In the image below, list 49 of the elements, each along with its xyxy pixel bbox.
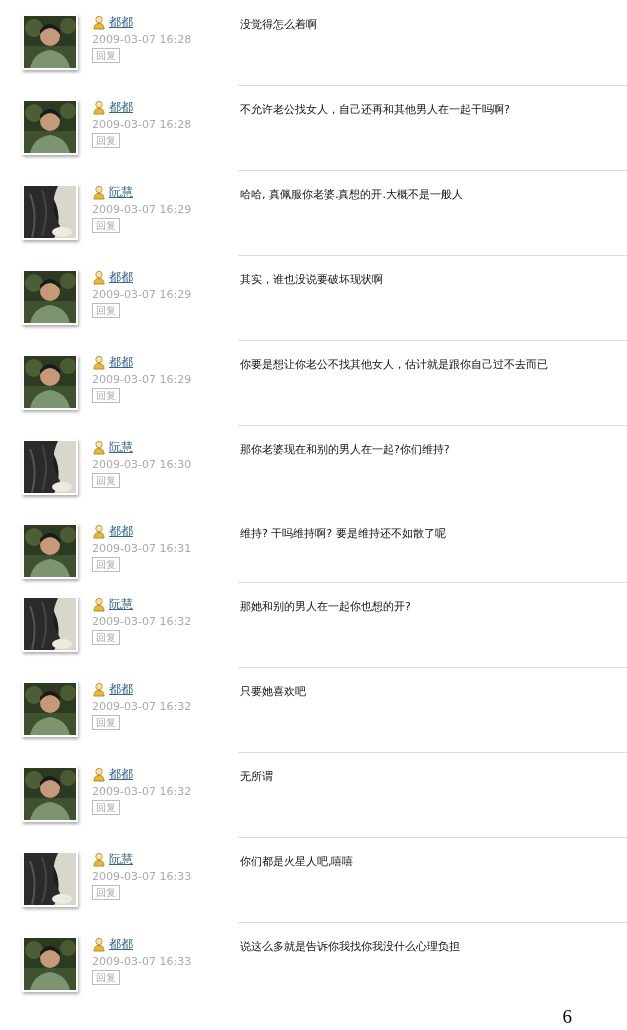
timestamp: 2009-03-07 16:29: [92, 288, 193, 301]
timestamp: 2009-03-07 16:30: [92, 458, 193, 471]
author-link[interactable]: 阮慧: [109, 439, 133, 456]
timestamp: 2009-03-07 16:32: [92, 700, 193, 713]
timestamp: 2009-03-07 16:33: [92, 955, 193, 968]
user-icon: [92, 185, 106, 200]
timestamp: 2009-03-07 16:32: [92, 615, 193, 628]
author-link[interactable]: 都都: [109, 14, 133, 31]
user-icon: [92, 270, 106, 285]
author-link[interactable]: 都都: [109, 936, 133, 953]
comment-text: 不允许老公找女人，自己还再和其他男人在一起干吗啊?: [240, 102, 510, 118]
comment-text: 那她和别的男人在一起你也想的开?: [240, 599, 411, 615]
comment-text: 说这么多就是告诉你我找你我没什么心理负担: [240, 939, 460, 955]
user-icon: [92, 100, 106, 115]
timestamp: 2009-03-07 16:32: [92, 785, 193, 798]
author-link[interactable]: 阮慧: [109, 851, 133, 868]
timestamp: 2009-03-07 16:29: [92, 373, 193, 386]
timestamp: 2009-03-07 16:29: [92, 203, 193, 216]
user-icon: [92, 524, 106, 539]
author-link[interactable]: 阮慧: [109, 596, 133, 613]
timestamp: 2009-03-07 16:28: [92, 118, 193, 131]
user-icon: [92, 937, 106, 952]
user-icon: [92, 15, 106, 30]
comment-text: 无所谓: [240, 769, 273, 785]
comment-text: 哈哈, 真佩服你老婆.真想的开.大概不是一般人: [240, 187, 463, 203]
user-icon: [92, 767, 106, 782]
comment-text: 你要是想让你老公不找其他女人，估计就是跟你自己过不去而已: [240, 357, 548, 373]
timestamp: 2009-03-07 16:31: [92, 542, 193, 555]
timestamp: 2009-03-07 16:33: [92, 870, 193, 883]
author-link[interactable]: 阮慧: [109, 184, 133, 201]
comment-text: 没觉得怎么着啊: [240, 17, 317, 33]
page-number: 6: [562, 1006, 572, 1028]
comment-text: 其实，谁也没说要破坏现状啊: [240, 272, 383, 288]
author-link[interactable]: 都都: [109, 354, 133, 371]
user-icon: [92, 355, 106, 370]
author-link[interactable]: 都都: [109, 681, 133, 698]
user-icon: [92, 682, 106, 697]
user-icon: [92, 852, 106, 867]
user-icon: [92, 440, 106, 455]
author-link[interactable]: 都都: [109, 269, 133, 286]
timestamp: 2009-03-07 16:28: [92, 33, 193, 46]
comment-text: 那你老婆现在和别的男人在一起?你们维持?: [240, 442, 450, 458]
user-icon: [92, 597, 106, 612]
comment-text: 你们都是火星人吧,嘻嘻: [240, 854, 354, 870]
author-link[interactable]: 都都: [109, 766, 133, 783]
comment-text: 只要她喜欢吧: [240, 684, 306, 700]
author-link[interactable]: 都都: [109, 523, 133, 540]
comment-text: 维持? 干吗维持啊? 要是维持还不如散了呢: [240, 526, 446, 542]
author-link[interactable]: 都都: [109, 99, 133, 116]
